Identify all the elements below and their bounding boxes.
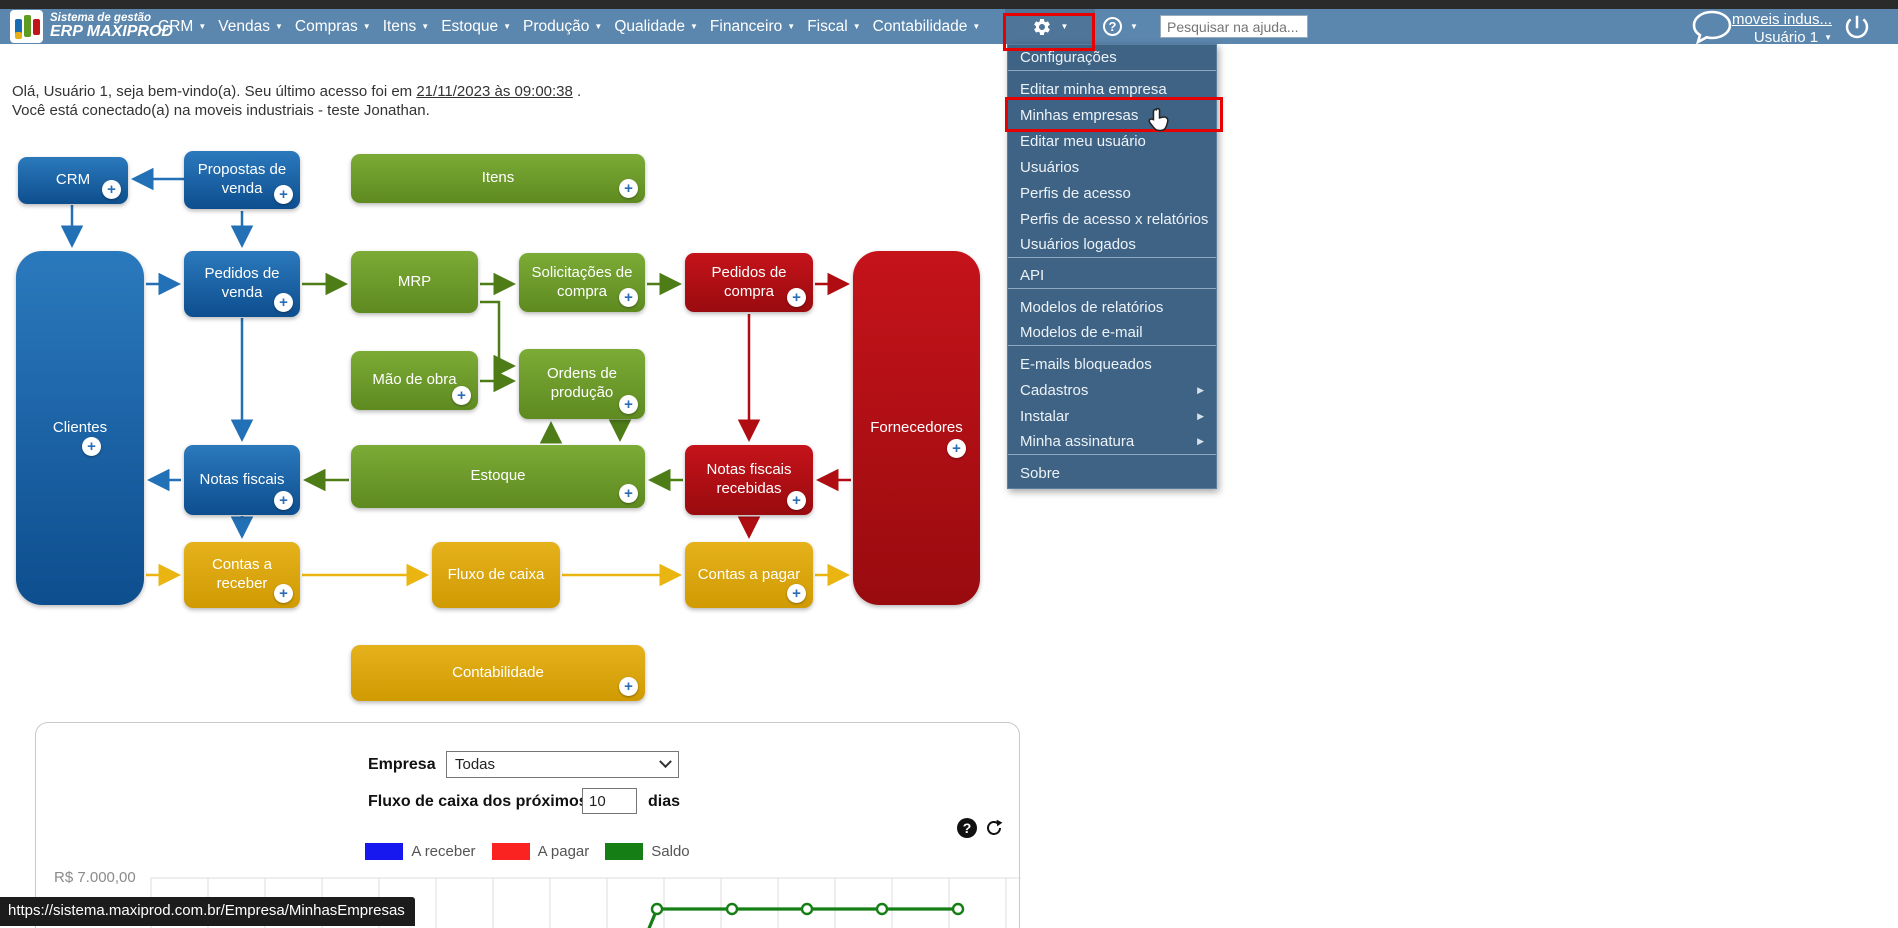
- diagram-node-mrp[interactable]: MRP: [351, 251, 478, 313]
- add-icon[interactable]: +: [274, 185, 293, 204]
- chevron-down-icon: ▼: [689, 21, 698, 31]
- chat-bubble-icon[interactable]: [1688, 8, 1736, 53]
- settings-menu-item[interactable]: Instalar ▶: [1008, 403, 1216, 429]
- diagram-node-notas-fiscais[interactable]: Notas fiscais +: [184, 445, 300, 515]
- company-link[interactable]: moveis indus...: [1732, 11, 1832, 28]
- chevron-down-icon: ▼: [594, 21, 603, 31]
- account-area: moveis indus... Usuário 1 ▼: [1732, 11, 1832, 46]
- add-icon[interactable]: +: [619, 484, 638, 503]
- diagram-node-pedidos-venda[interactable]: Pedidos de venda +: [184, 251, 300, 317]
- diagram-node-itens[interactable]: Itens +: [351, 154, 645, 203]
- maxiprod-logo-icon: [10, 10, 43, 43]
- nav-menu-item[interactable]: Itens ▼: [383, 18, 430, 36]
- settings-menu-item[interactable]: Cadastros ▶: [1008, 377, 1216, 403]
- nav-menu-item[interactable]: Contabilidade ▼: [873, 18, 981, 36]
- nav-menu-item[interactable]: Compras ▼: [295, 18, 371, 36]
- settings-menu-item[interactable]: Modelos de relatórios ▶: [1008, 294, 1216, 320]
- add-icon[interactable]: +: [619, 677, 638, 696]
- settings-dropdown-menu: Configurações ▶ Editar minha empresa ▶ M…: [1007, 44, 1217, 489]
- add-icon[interactable]: +: [787, 288, 806, 307]
- settings-menu-item[interactable]: Minha assinatura ▶: [1008, 429, 1216, 455]
- chevron-down-icon: ▼: [1060, 21, 1069, 31]
- diagram-node-fornecedores[interactable]: Fornecedores +: [853, 251, 980, 605]
- gear-icon: [1033, 18, 1050, 35]
- nav-menu-item[interactable]: Estoque ▼: [441, 18, 511, 36]
- window-top-strip: [0, 0, 1898, 9]
- diagram-node-contabilidade[interactable]: Contabilidade +: [351, 645, 645, 701]
- diagram-node-solicitacoes-compra[interactable]: Solicitações de compra +: [519, 253, 645, 312]
- add-icon[interactable]: +: [619, 179, 638, 198]
- settings-menu-item[interactable]: Usuários logados ▶: [1008, 232, 1216, 258]
- nav-menu-item[interactable]: Fiscal ▼: [807, 18, 860, 36]
- diagram-node-clientes[interactable]: Clientes +: [16, 251, 144, 605]
- chevron-down-icon: ▼: [1824, 32, 1832, 42]
- help-icon: ?: [1103, 17, 1122, 36]
- chevron-down-icon: ▼: [421, 21, 430, 31]
- add-icon[interactable]: +: [619, 288, 638, 307]
- nav-menu-item[interactable]: Vendas ▼: [218, 18, 283, 36]
- diagram-node-pedidos-compra[interactable]: Pedidos de compra +: [685, 253, 813, 312]
- add-icon[interactable]: +: [82, 437, 101, 456]
- add-icon[interactable]: +: [452, 386, 471, 405]
- diagram-node-mao-de-obra[interactable]: Mão de obra +: [351, 351, 478, 410]
- settings-gear-button[interactable]: ▼: [1005, 9, 1095, 44]
- diagram-node-crm[interactable]: CRM +: [18, 157, 128, 204]
- app-title: Sistema de gestão ERP MAXIPROD: [50, 12, 173, 41]
- welcome-message: Olá, Usuário 1, seja bem-vindo(a). Seu ú…: [12, 83, 582, 119]
- add-icon[interactable]: +: [787, 584, 806, 603]
- nav-menu-item[interactable]: Financeiro ▼: [710, 18, 795, 36]
- nav-menu-item[interactable]: CRM ▼: [158, 18, 206, 36]
- settings-menu-item[interactable]: E-mails bloqueados ▶: [1008, 351, 1216, 377]
- chevron-down-icon: ▼: [362, 21, 371, 31]
- add-icon[interactable]: +: [274, 491, 293, 510]
- chevron-down-icon: ▼: [787, 21, 796, 31]
- submenu-arrow-icon: ▶: [1197, 410, 1204, 421]
- diagram-node-notas-fiscais-recebidas[interactable]: Notas fiscais recebidas +: [685, 445, 813, 515]
- settings-menu-item[interactable]: Usuários ▶: [1008, 154, 1216, 180]
- chevron-down-icon: ▼: [852, 21, 861, 31]
- settings-menu-item[interactable]: Minhas empresas ▶: [1008, 102, 1216, 128]
- add-icon[interactable]: +: [274, 584, 293, 603]
- settings-menu-item[interactable]: Sobre ▶: [1008, 460, 1216, 486]
- diagram-node-fluxo-caixa[interactable]: Fluxo de caixa: [432, 542, 560, 608]
- diagram-node-contas-receber[interactable]: Contas a receber +: [184, 542, 300, 608]
- diagram-node-ordens-producao[interactable]: Ordens de produção +: [519, 349, 645, 419]
- settings-menu-item[interactable]: Perfis de acesso ▶: [1008, 180, 1216, 206]
- add-icon[interactable]: +: [619, 395, 638, 414]
- chevron-down-icon: ▼: [274, 21, 283, 31]
- chevron-down-icon: ▼: [503, 21, 512, 31]
- main-nav: CRM ▼ Vendas ▼ Compras ▼ Itens ▼ Estoque…: [158, 9, 980, 44]
- settings-menu-item[interactable]: Configurações ▶: [1008, 45, 1216, 71]
- settings-menu-item[interactable]: Editar meu usuário ▶: [1008, 128, 1216, 154]
- add-icon[interactable]: +: [102, 180, 121, 199]
- diagram-node-contas-pagar[interactable]: Contas a pagar +: [685, 542, 813, 608]
- submenu-arrow-icon: ▶: [1197, 384, 1204, 395]
- nav-menu-item[interactable]: Produção ▼: [523, 18, 602, 36]
- help-menu-button[interactable]: ? ▼: [1103, 9, 1138, 44]
- help-search-input[interactable]: [1160, 15, 1308, 38]
- logout-power-icon[interactable]: [1842, 12, 1872, 47]
- add-icon[interactable]: +: [274, 293, 293, 312]
- last-access-link[interactable]: 21/11/2023 às 09:00:38: [416, 83, 573, 100]
- app-logo[interactable]: Sistema de gestão ERP MAXIPROD: [10, 10, 173, 43]
- diagram-node-propostas-venda[interactable]: Propostas de venda +: [184, 151, 300, 209]
- submenu-arrow-icon: ▶: [1197, 436, 1204, 446]
- settings-menu-item[interactable]: Editar minha empresa ▶: [1008, 76, 1216, 102]
- user-menu[interactable]: Usuário 1 ▼: [1732, 29, 1832, 46]
- chevron-down-icon: ▼: [972, 21, 981, 31]
- topbar: Sistema de gestão ERP MAXIPROD CRM ▼ Ven…: [0, 9, 1898, 47]
- chevron-down-icon: ▼: [1130, 21, 1138, 31]
- add-icon[interactable]: +: [947, 439, 966, 458]
- status-bar-url: https://sistema.maxiprod.com.br/Empresa/…: [0, 897, 415, 926]
- settings-menu-item[interactable]: API ▶: [1008, 263, 1216, 289]
- nav-menu-item[interactable]: Qualidade ▼: [614, 18, 698, 36]
- diagram-node-estoque[interactable]: Estoque +: [351, 445, 645, 508]
- settings-menu-item[interactable]: Perfis de acesso x relatórios ▶: [1008, 206, 1216, 232]
- chevron-down-icon: ▼: [198, 21, 207, 31]
- erp-maxiprod-screen: Sistema de gestão ERP MAXIPROD CRM ▼ Ven…: [0, 0, 1898, 928]
- settings-menu-item[interactable]: Modelos de e-mail ▶: [1008, 320, 1216, 346]
- add-icon[interactable]: +: [787, 491, 806, 510]
